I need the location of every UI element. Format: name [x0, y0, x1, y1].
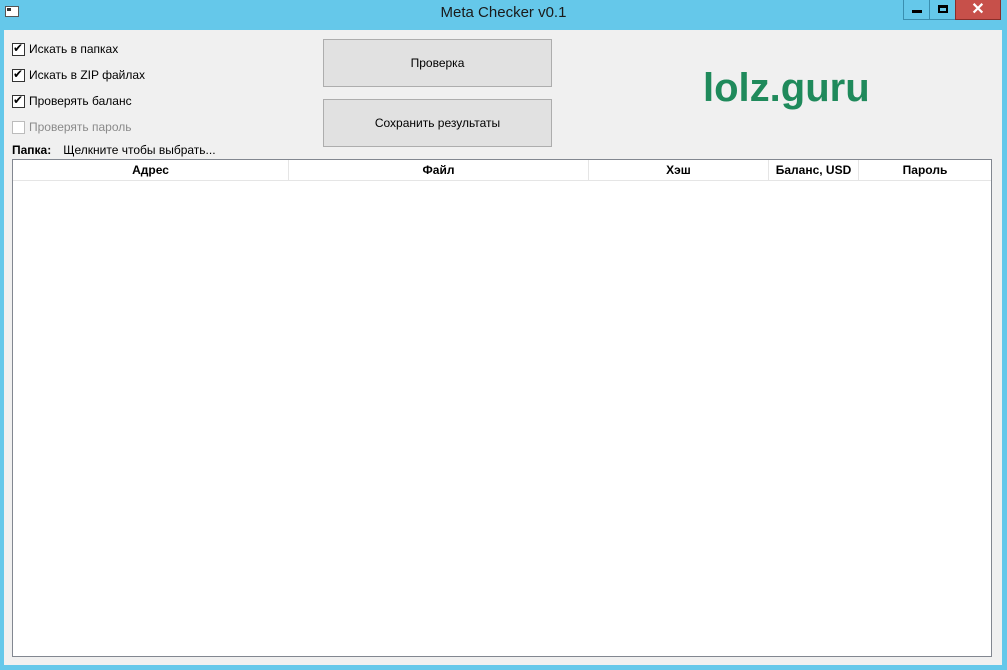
- column-header-hash[interactable]: Хэш: [589, 160, 769, 180]
- checkbox-unchecked-icon: [12, 120, 25, 134]
- logo-text: lolz.guru: [703, 66, 870, 110]
- folder-selector[interactable]: Папка: Щелкните чтобы выбрать...: [12, 143, 216, 157]
- title-bar[interactable]: Meta Checker v0.1 ✕: [0, 0, 1007, 26]
- table-header: Адрес Файл Хэш Баланс, USD Пароль: [13, 160, 991, 181]
- close-button[interactable]: ✕: [955, 0, 1001, 20]
- checkbox-label: Искать в папках: [29, 42, 119, 56]
- checkbox-checked-icon[interactable]: [12, 93, 25, 108]
- column-header-address[interactable]: Адрес: [13, 160, 289, 180]
- maximize-button[interactable]: [929, 0, 956, 20]
- check-password-checkbox: Проверять пароль: [12, 119, 132, 135]
- search-zip-checkbox[interactable]: Искать в ZIP файлах: [12, 67, 145, 83]
- search-folders-checkbox[interactable]: Искать в папках: [12, 41, 118, 57]
- column-header-file[interactable]: Файл: [289, 160, 589, 180]
- minimize-icon: [912, 10, 922, 13]
- results-table[interactable]: Адрес Файл Хэш Баланс, USD Пароль: [12, 159, 992, 657]
- main-panel: Искать в папках Искать в ZIP файлах Пров…: [4, 30, 1002, 665]
- column-header-password[interactable]: Пароль: [859, 160, 991, 180]
- save-results-button[interactable]: Сохранить результаты: [323, 99, 552, 147]
- checkbox-label: Искать в ZIP файлах: [29, 68, 146, 82]
- window-title: Meta Checker v0.1: [440, 4, 567, 21]
- folder-label: Папка:: [12, 143, 52, 157]
- checkbox-label: Проверять баланс: [29, 94, 132, 108]
- check-balance-checkbox[interactable]: Проверять баланс: [12, 93, 132, 109]
- folder-path[interactable]: Щелкните чтобы выбрать...: [63, 143, 215, 157]
- check-button[interactable]: Проверка: [323, 39, 552, 87]
- column-header-balance[interactable]: Баланс, USD: [769, 160, 859, 180]
- maximize-icon: [938, 5, 948, 13]
- checkbox-checked-icon[interactable]: [12, 41, 25, 56]
- close-icon: ✕: [971, 1, 985, 18]
- minimize-button[interactable]: [903, 0, 930, 20]
- app-window: Meta Checker v0.1 ✕ Искать в папках Иска…: [0, 0, 1007, 670]
- checkbox-checked-icon[interactable]: [12, 67, 25, 82]
- checkbox-label: Проверять пароль: [29, 120, 132, 134]
